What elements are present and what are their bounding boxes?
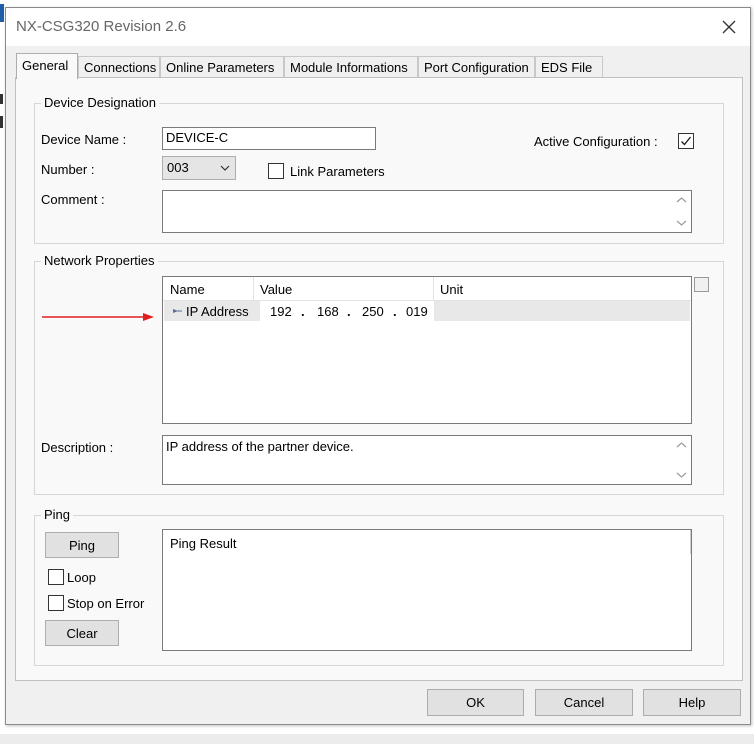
ok-button-label: OK: [466, 695, 485, 710]
network-properties-grid: Name Value Unit IP Address 192 . 168 . 2…: [162, 276, 692, 424]
title-bar: NX-CSG320 Revision 2.6: [6, 8, 750, 46]
background-accent: [0, 4, 4, 22]
ip-address-input[interactable]: 192 . 168 . 250 . 019: [260, 301, 434, 321]
background-mark: [0, 94, 3, 104]
grid-scroll-toggle[interactable]: [694, 277, 709, 292]
tab-label: Port Configuration: [424, 60, 529, 75]
device-name-label: Device Name :: [41, 132, 127, 147]
device-name-input[interactable]: DEVICE-C: [162, 127, 376, 150]
ip-octet-1[interactable]: 192: [270, 304, 292, 319]
description-value: IP address of the partner device.: [166, 439, 354, 454]
ping-legend: Ping: [41, 507, 74, 522]
link-parameters-checkbox[interactable]: [268, 163, 284, 179]
ok-button[interactable]: OK: [427, 689, 524, 716]
scroll-up-icon[interactable]: [676, 196, 687, 204]
ping-result-divider: [690, 530, 691, 554]
help-button[interactable]: Help: [643, 689, 741, 716]
comment-label: Comment :: [41, 192, 105, 207]
grid-header: Name Value Unit: [163, 277, 691, 301]
device-designation-legend: Device Designation: [41, 95, 160, 110]
clear-button-label: Clear: [66, 626, 98, 641]
active-configuration-label: Active Configuration :: [534, 134, 658, 149]
row-name-ip-address: IP Address: [186, 304, 249, 319]
description-textarea[interactable]: IP address of the partner device.: [162, 435, 692, 485]
row-pointer-icon: [173, 309, 182, 313]
cancel-button[interactable]: Cancel: [535, 689, 633, 716]
tab-eds-file[interactable]: EDS File: [535, 56, 603, 78]
column-header-value[interactable]: Value: [260, 282, 292, 297]
network-properties-legend: Network Properties: [41, 253, 158, 268]
active-configuration-checkbox[interactable]: [678, 133, 694, 149]
table-row[interactable]: IP Address 192 . 168 . 250 . 019: [164, 301, 690, 321]
tab-label: EDS File: [541, 60, 593, 75]
description-scrollbar[interactable]: [673, 437, 690, 483]
close-icon: [722, 20, 736, 34]
ip-dot: .: [393, 304, 397, 319]
loop-checkbox[interactable]: [48, 569, 64, 585]
ping-button-label: Ping: [68, 538, 96, 553]
checkmark-icon: [681, 136, 692, 146]
ping-group: Ping Ping Loop Stop on Error Clear Ping …: [34, 507, 724, 666]
description-label: Description :: [41, 440, 114, 455]
number-select[interactable]: 003: [162, 156, 236, 180]
tab-module-informations[interactable]: Module Informations: [284, 56, 418, 78]
clear-button[interactable]: Clear: [45, 620, 119, 646]
comment-scrollbar[interactable]: [673, 192, 690, 231]
general-tab-panel: Device Designation Device Name : DEVICE-…: [15, 77, 743, 681]
scroll-down-icon[interactable]: [676, 471, 687, 479]
device-name-value: DEVICE-C: [166, 130, 229, 145]
ip-dot: .: [347, 304, 351, 319]
link-parameters-label: Link Parameters: [290, 164, 385, 179]
tab-general[interactable]: General: [16, 53, 78, 79]
ping-result-text: Ping Result: [170, 536, 237, 551]
stop-on-error-label: Stop on Error: [67, 596, 145, 611]
number-label: Number :: [41, 162, 95, 177]
tab-label: Connections: [84, 60, 157, 75]
tab-label: Online Parameters: [166, 60, 275, 75]
background-mark: [0, 116, 3, 128]
window-title: NX-CSG320 Revision 2.6: [16, 18, 187, 35]
background-bottom-strip: [0, 734, 754, 744]
tab-port-configuration[interactable]: Port Configuration: [418, 56, 535, 78]
tab-online-parameters[interactable]: Online Parameters: [160, 56, 284, 78]
tab-label: Module Informations: [290, 60, 408, 75]
device-designation-group: Device Designation Device Name : DEVICE-…: [34, 95, 724, 244]
chevron-down-icon: [220, 165, 230, 171]
close-button[interactable]: [718, 16, 740, 38]
scroll-up-icon[interactable]: [676, 441, 687, 449]
cancel-button-label: Cancel: [563, 695, 605, 710]
comment-textarea[interactable]: [162, 190, 692, 233]
ping-result-box: Ping Result: [162, 529, 692, 651]
properties-dialog: NX-CSG320 Revision 2.6 General Connectio…: [5, 7, 751, 725]
ping-button[interactable]: Ping: [45, 532, 119, 558]
ip-octet-3[interactable]: 250: [362, 304, 384, 319]
ip-octet-2[interactable]: 168: [317, 304, 339, 319]
network-properties-group: Network Properties Name Value Unit IP Ad…: [34, 253, 724, 495]
loop-label: Loop: [67, 570, 96, 585]
stop-on-error-checkbox[interactable]: [48, 595, 64, 611]
column-header-name[interactable]: Name: [170, 282, 205, 297]
column-divider[interactable]: [253, 277, 254, 301]
ip-octet-4[interactable]: 019: [406, 304, 428, 319]
scroll-down-icon[interactable]: [676, 219, 687, 227]
column-header-unit[interactable]: Unit: [440, 282, 463, 297]
column-divider[interactable]: [433, 277, 434, 301]
red-arrow-annotation-icon: [42, 313, 154, 321]
help-button-label: Help: [678, 695, 706, 710]
ip-dot: .: [301, 304, 305, 319]
tab-label: General: [22, 58, 69, 73]
number-value: 003: [167, 160, 189, 175]
tab-connections[interactable]: Connections: [78, 56, 160, 78]
